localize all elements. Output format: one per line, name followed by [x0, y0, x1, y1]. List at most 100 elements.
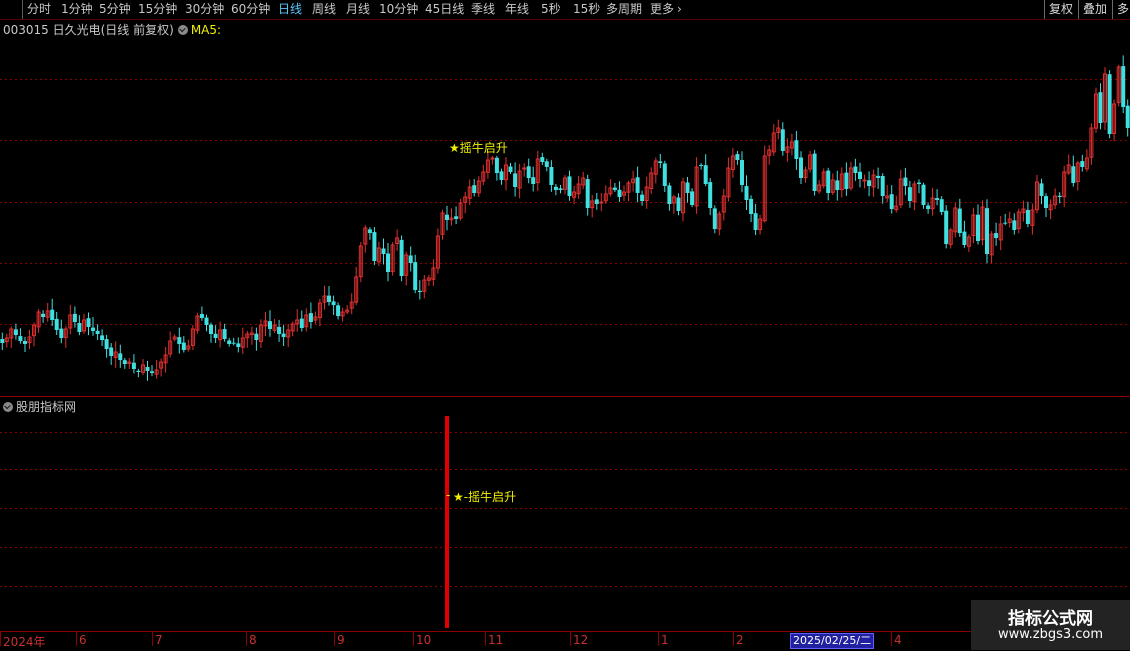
- period-tab-4[interactable]: 30分钟: [185, 1, 224, 17]
- candle-body: [86, 318, 91, 327]
- candle-body: [1125, 105, 1130, 128]
- candle-body: [131, 362, 136, 369]
- indicator-signal-label: ★-摇牛启升: [453, 490, 517, 504]
- candle-body: [835, 180, 840, 190]
- period-tab-12[interactable]: 年线: [505, 1, 529, 17]
- period-tab-2[interactable]: 5分钟: [99, 1, 131, 17]
- date-label: 7: [155, 633, 163, 647]
- candle-body: [54, 318, 59, 330]
- candle-body: [104, 339, 109, 349]
- date-label: 12: [573, 633, 589, 647]
- candle-body: [812, 153, 817, 191]
- candle-body: [735, 154, 740, 160]
- date-label: 2024年: [3, 635, 46, 649]
- candle-body: [386, 253, 390, 272]
- candle-body: [880, 176, 885, 196]
- restore-rights-button[interactable]: 复权: [1044, 0, 1077, 19]
- candle-body: [567, 176, 572, 196]
- main-signal-label: ★摇牛启升: [449, 141, 508, 155]
- period-tab-15[interactable]: 多周期: [606, 1, 642, 17]
- candle-body: [1080, 161, 1085, 167]
- candle-body: [100, 335, 105, 340]
- toolbar-separator: [22, 0, 23, 19]
- candle-body: [599, 201, 604, 204]
- grid-lines: [0, 79, 1130, 587]
- candle-body: [472, 185, 477, 193]
- more-arrow-icon[interactable]: ›: [677, 1, 682, 17]
- date-tick: [570, 632, 571, 646]
- period-tab-3[interactable]: 15分钟: [138, 1, 177, 17]
- main-chart-header: 003015 日久光电(日线 前复权) MA5:: [3, 21, 221, 38]
- candle-body: [150, 371, 154, 373]
- date-label: 10: [416, 633, 432, 647]
- candle-body: [213, 333, 218, 338]
- candle-body: [50, 309, 55, 320]
- date-tick: [733, 632, 734, 646]
- indicator-settings-icon[interactable]: [177, 25, 188, 35]
- date-tick: [891, 632, 892, 646]
- candle-body: [508, 166, 513, 172]
- candle-body: [227, 340, 232, 344]
- candlesticks[interactable]: [0, 55, 1130, 381]
- candle-body: [72, 313, 77, 322]
- multi-button[interactable]: 多: [1112, 0, 1130, 19]
- period-tab-1[interactable]: 1分钟: [61, 1, 93, 17]
- period-tab-6[interactable]: 日线: [278, 1, 302, 17]
- candle-body: [181, 342, 186, 350]
- candle-body: [236, 343, 241, 347]
- candle-body: [526, 166, 531, 178]
- candle-body: [926, 205, 931, 209]
- period-tab-16[interactable]: 更多: [650, 1, 674, 17]
- candle-body: [858, 171, 862, 179]
- watermark-url: www.zbgs3.com: [997, 627, 1104, 642]
- candle-body: [199, 314, 204, 318]
- pane-divider[interactable]: [0, 396, 1130, 397]
- kline-chart[interactable]: [0, 0, 1130, 650]
- candle-body: [13, 329, 18, 335]
- candle-body: [708, 182, 713, 208]
- period-tab-9[interactable]: 10分钟: [379, 1, 418, 17]
- candle-body: [109, 347, 114, 356]
- date-label: 4: [894, 633, 902, 647]
- period-tab-5[interactable]: 60分钟: [231, 1, 270, 17]
- overlay-button[interactable]: 叠加: [1078, 0, 1111, 19]
- indicator-settings-icon[interactable]: [3, 402, 13, 412]
- watermark: 指标公式网 www.zbgs3.com: [971, 600, 1130, 650]
- indicator-signal-prefix: -: [446, 488, 451, 502]
- period-tab-10[interactable]: 45日线: [425, 1, 464, 17]
- date-tick: [0, 632, 1, 646]
- candle-body: [399, 239, 404, 276]
- candle-body: [204, 317, 209, 325]
- candle-body: [690, 191, 695, 205]
- candle-body: [77, 323, 82, 332]
- candle-body: [1098, 92, 1103, 123]
- candle-body: [540, 157, 545, 162]
- period-tab-11[interactable]: 季线: [471, 1, 495, 17]
- candle-body: [844, 172, 849, 189]
- candle-body: [699, 165, 704, 166]
- period-tab-7[interactable]: 周线: [312, 1, 336, 17]
- period-tab-13[interactable]: 5秒: [541, 1, 561, 17]
- candle-body: [222, 329, 227, 339]
- period-tab-0[interactable]: 分时: [27, 1, 51, 17]
- date-label: 11: [488, 633, 504, 647]
- candle-body: [994, 233, 999, 238]
- candle-body: [744, 186, 749, 200]
- candle-body: [381, 248, 386, 254]
- date-label: 6: [79, 633, 87, 647]
- candle-body: [662, 163, 667, 186]
- signal-bar: [445, 416, 449, 628]
- period-tab-8[interactable]: 月线: [346, 1, 370, 17]
- candle-body: [612, 187, 617, 190]
- candle-body: [944, 210, 949, 244]
- candle-body: [209, 324, 213, 334]
- candle-body: [145, 367, 150, 371]
- candle-body: [1044, 196, 1048, 208]
- date-tick: [76, 632, 77, 646]
- candle-body: [1121, 66, 1126, 107]
- period-tab-14[interactable]: 15秒: [573, 1, 600, 17]
- cursor-date-label: 2025/02/25/二: [790, 633, 875, 649]
- candle-body: [794, 140, 799, 159]
- candle-body: [549, 167, 554, 185]
- candle-body: [558, 188, 563, 190]
